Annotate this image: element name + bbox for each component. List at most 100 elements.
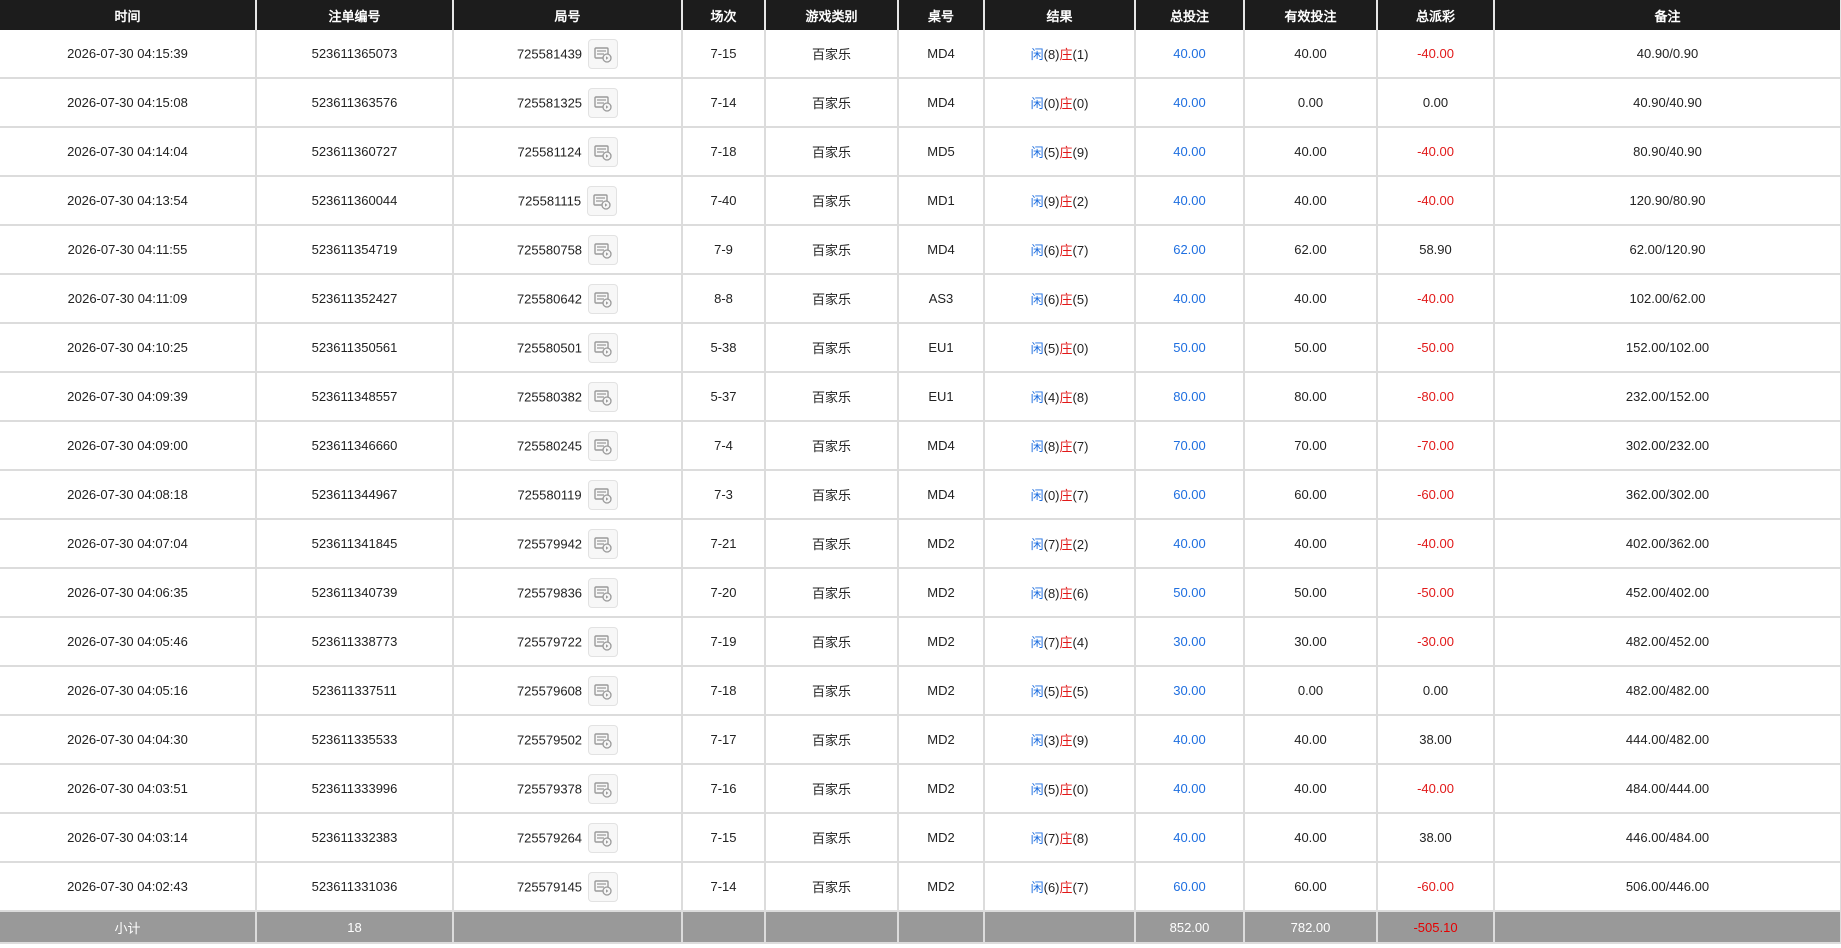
replay-icon[interactable] [588, 724, 619, 755]
banker-score: (9) [1072, 733, 1089, 748]
cell-round-id: 725579722 [453, 617, 683, 667]
banker-label: 庄 [1059, 47, 1073, 62]
cell-game-type: 百家乐 [765, 421, 899, 471]
player-label: 闲 [1030, 145, 1044, 160]
banker-score: (5) [1072, 292, 1089, 307]
table-bottom-edge [0, 942, 1841, 948]
replay-icon[interactable] [587, 479, 618, 510]
round-id-text: 725580642 [516, 291, 583, 306]
cell-result: 闲(0)庄(0) [984, 78, 1136, 128]
cell-valid-bet: 30.00 [1244, 617, 1378, 667]
cell-table-id: MD4 [898, 78, 985, 128]
cell-result: 闲(6)庄(5) [984, 274, 1136, 324]
player-score: (7) [1043, 831, 1060, 846]
banker-score: (9) [1072, 145, 1089, 160]
banker-score: (0) [1072, 96, 1089, 111]
cell-result: 闲(3)庄(9) [984, 715, 1136, 765]
cell-order-id: 523611360727 [256, 127, 454, 177]
replay-icon[interactable] [588, 430, 619, 461]
cell-order-id: 523611335533 [256, 715, 454, 765]
cell-total-bet: 30.00 [1135, 617, 1245, 667]
replay-icon[interactable] [588, 675, 619, 706]
replay-icon[interactable] [587, 185, 618, 216]
subtotal-total-bet: 852.00 [1135, 911, 1245, 942]
cell-note: 62.00/120.90 [1494, 225, 1841, 275]
player-score: (5) [1043, 145, 1060, 160]
cell-note: 484.00/444.00 [1494, 764, 1841, 814]
cell-time: 2026-07-30 04:13:54 [0, 176, 257, 226]
cell-valid-bet: 40.00 [1244, 519, 1378, 569]
player-label: 闲 [1030, 488, 1044, 503]
cell-payout: -80.00 [1377, 372, 1495, 422]
cell-round-id: 725579378 [453, 764, 683, 814]
table-row: 2026-07-30 04:15:08 523611363576 7255813… [0, 78, 1841, 128]
cell-valid-bet: 60.00 [1244, 470, 1378, 520]
player-score: (6) [1043, 243, 1060, 258]
round-id-text: 725579502 [516, 732, 583, 747]
cell-session: 5-38 [682, 323, 766, 373]
cell-session: 7-9 [682, 225, 766, 275]
cell-order-id: 523611360044 [256, 176, 454, 226]
cell-valid-bet: 40.00 [1244, 127, 1378, 177]
cell-valid-bet: 50.00 [1244, 568, 1378, 618]
cell-order-id: 523611346660 [256, 421, 454, 471]
cell-valid-bet: 0.00 [1244, 78, 1378, 128]
banker-score: (7) [1072, 880, 1089, 895]
cell-order-id: 523611352427 [256, 274, 454, 324]
banker-score: (7) [1072, 243, 1089, 258]
cell-note: 232.00/152.00 [1494, 372, 1841, 422]
player-label: 闲 [1030, 47, 1044, 62]
player-score: (8) [1043, 439, 1060, 454]
cell-valid-bet: 70.00 [1244, 421, 1378, 471]
table-row: 2026-07-30 04:04:30 523611335533 7255795… [0, 715, 1841, 765]
cell-note: 452.00/402.00 [1494, 568, 1841, 618]
column-header-note: 备注 [1494, 0, 1841, 30]
cell-total-bet: 40.00 [1135, 30, 1245, 79]
table-row: 2026-07-30 04:13:54 523611360044 7255811… [0, 176, 1841, 226]
banker-label: 庄 [1059, 341, 1073, 356]
cell-payout: -40.00 [1377, 176, 1495, 226]
cell-session: 7-14 [682, 78, 766, 128]
replay-icon[interactable] [588, 871, 619, 902]
round-id-text: 725579378 [516, 781, 583, 796]
banker-score: (4) [1072, 635, 1089, 650]
banker-score: (1) [1072, 47, 1089, 62]
cell-time: 2026-07-30 04:15:39 [0, 30, 257, 79]
replay-icon[interactable] [587, 136, 618, 167]
replay-icon[interactable] [588, 332, 619, 363]
cell-order-id: 523611333996 [256, 764, 454, 814]
cell-table-id: MD4 [898, 225, 985, 275]
cell-payout: -60.00 [1377, 470, 1495, 520]
cell-valid-bet: 40.00 [1244, 764, 1378, 814]
cell-note: 402.00/362.00 [1494, 519, 1841, 569]
replay-icon[interactable] [588, 577, 619, 608]
cell-time: 2026-07-30 04:10:25 [0, 323, 257, 373]
cell-round-id: 725580642 [453, 274, 683, 324]
cell-session: 7-40 [682, 176, 766, 226]
replay-icon[interactable] [588, 528, 619, 559]
cell-result: 闲(4)庄(8) [984, 372, 1136, 422]
banker-label: 庄 [1059, 782, 1073, 797]
cell-payout: -40.00 [1377, 30, 1495, 79]
replay-icon[interactable] [588, 626, 619, 657]
round-id-text: 725579608 [516, 683, 583, 698]
replay-icon[interactable] [588, 87, 619, 118]
replay-icon[interactable] [588, 38, 619, 69]
replay-icon[interactable] [588, 381, 619, 412]
banker-label: 庄 [1059, 586, 1073, 601]
banker-label: 庄 [1059, 96, 1073, 111]
replay-icon[interactable] [588, 283, 619, 314]
replay-icon[interactable] [588, 773, 619, 804]
cell-total-bet: 40.00 [1135, 715, 1245, 765]
round-id-text: 725579942 [516, 536, 583, 551]
cell-payout: 58.90 [1377, 225, 1495, 275]
cell-result: 闲(7)庄(4) [984, 617, 1136, 667]
cell-note: 80.90/40.90 [1494, 127, 1841, 177]
cell-round-id: 725581124 [453, 127, 683, 177]
cell-time: 2026-07-30 04:05:46 [0, 617, 257, 667]
replay-icon[interactable] [588, 234, 619, 265]
replay-icon[interactable] [588, 822, 619, 853]
cell-game-type: 百家乐 [765, 617, 899, 667]
table-row: 2026-07-30 04:10:25 523611350561 7255805… [0, 323, 1841, 373]
player-score: (0) [1043, 488, 1060, 503]
